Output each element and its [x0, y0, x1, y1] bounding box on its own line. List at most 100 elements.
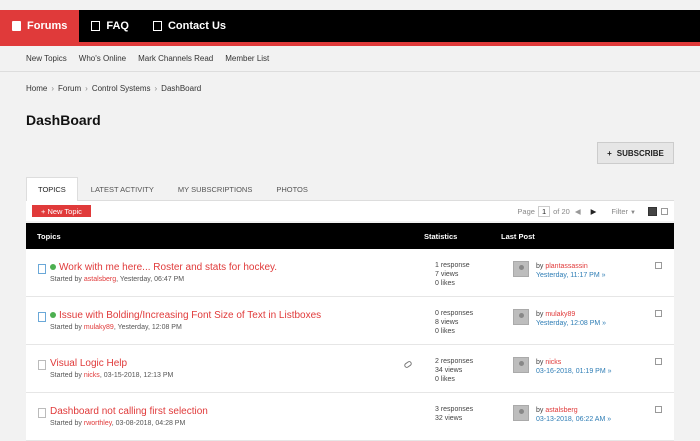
topic-title[interactable]: Visual Logic Help [50, 358, 127, 369]
avatar[interactable] [513, 405, 529, 421]
topic-title[interactable]: Work with me here... Roster and stats fo… [50, 262, 277, 273]
topic-title[interactable]: Dashboard not calling first selection [50, 406, 208, 417]
crumb-home[interactable]: Home [26, 84, 47, 93]
caret-down-icon: ▼ [630, 209, 636, 216]
topic-author[interactable]: mulaky89 [84, 324, 114, 331]
topic-stats: 3 responses 32 views [435, 405, 473, 423]
select-all-checkbox[interactable] [661, 207, 668, 215]
last-post-user[interactable]: plantassassin [545, 263, 587, 270]
topic-toolbar: + New Topic Page 1 of 20 ◀ ▶ Filter ▼ [26, 201, 674, 221]
breadcrumb: Home › Forum › Control Systems › DashBoa… [26, 84, 201, 93]
subnav-mark-read[interactable]: Mark Channels Read [138, 54, 213, 63]
tab-my-subscriptions[interactable]: MY SUBSCRIPTIONS [167, 177, 263, 201]
avatar[interactable] [513, 261, 529, 277]
nav-contact-us[interactable]: Contact Us [141, 10, 238, 42]
crumb-control-systems[interactable]: Control Systems [92, 84, 151, 93]
nav-faq-label: FAQ [106, 20, 129, 32]
nav-forums[interactable]: Forums [0, 10, 80, 42]
top-nav: Forums FAQ Contact Us [0, 10, 700, 42]
new-post-icon [50, 312, 56, 319]
last-post: by nicks 03-16-2018, 01:19 PM » [536, 359, 612, 375]
table-header: Topics Statistics Last Post [26, 223, 674, 249]
row-checkbox[interactable] [655, 262, 662, 269]
nav-contact-label: Contact Us [167, 20, 227, 32]
tab-latest-activity[interactable]: LATEST ACTIVITY [80, 177, 165, 201]
stat-responses: 0 responses [435, 310, 474, 317]
subscribe-button[interactable]: + SUBSCRIBE [597, 142, 674, 164]
table-row: Dashboard not calling first selection St… [26, 393, 674, 441]
document-icon [91, 21, 101, 31]
next-page-icon[interactable]: ▶ [591, 207, 597, 216]
row-checkbox[interactable] [655, 358, 662, 365]
crumb-forum[interactable]: Forum [58, 84, 81, 93]
last-post-time[interactable]: 03-16-2018, 01:19 PM [536, 368, 606, 375]
attachment-icon [403, 360, 413, 369]
filter-label: Filter [611, 206, 629, 216]
stat-responses: 3 responses [435, 406, 474, 413]
last-post-user[interactable]: mulaky89 [545, 311, 575, 318]
stat-views: 7 views [435, 271, 459, 278]
new-post-icon [50, 264, 56, 271]
topic-author[interactable]: nicks [84, 372, 100, 379]
crumb-sep: › [51, 84, 55, 93]
subnav-new-topics[interactable]: New Topics [26, 54, 67, 63]
last-post-time[interactable]: Yesterday, 12:08 PM [536, 320, 600, 327]
nav-forums-label: Forums [27, 20, 68, 32]
tab-topics[interactable]: TOPICS [26, 177, 78, 201]
avatar[interactable] [513, 309, 529, 325]
goto-post-icon[interactable]: » [602, 272, 606, 279]
filter-dropdown[interactable]: Filter ▼ [611, 207, 636, 216]
topic-meta: Started by nicks, 03-15-2018, 12:13 PM [50, 372, 174, 379]
forum-icon [12, 21, 21, 31]
last-post-time[interactable]: Yesterday, 11:17 PM [536, 272, 600, 279]
header-topics: Topics [37, 232, 61, 241]
last-post: by astalsberg 03-13-2018, 06:22 AM » [536, 407, 612, 423]
topic-title[interactable]: Issue with Bolding/Increasing Font Size … [50, 310, 321, 321]
table-row: Issue with Bolding/Increasing Font Size … [26, 297, 674, 345]
avatar[interactable] [513, 357, 529, 373]
top-bar: Forums FAQ Contact Us [0, 10, 700, 46]
subnav-member-list[interactable]: Member List [225, 54, 269, 63]
row-checkbox[interactable] [655, 406, 662, 413]
header-statistics: Statistics [424, 232, 458, 241]
tab-photos[interactable]: PHOTOS [265, 177, 319, 201]
last-post-user[interactable]: astalsberg [545, 407, 577, 414]
goto-post-icon[interactable]: » [607, 416, 611, 423]
table-row: Work with me here... Roster and stats fo… [26, 249, 674, 297]
topic-document-icon [38, 360, 46, 370]
crumb-sep: › [154, 84, 158, 93]
stat-views: 32 views [435, 415, 463, 422]
last-post-user[interactable]: nicks [545, 359, 561, 366]
prev-page-icon[interactable]: ◀ [575, 207, 581, 216]
last-post-time[interactable]: 03-13-2018, 06:22 AM [536, 416, 605, 423]
topic-stats: 1 response 7 views 0 likes [435, 261, 470, 288]
stat-likes: 0 likes [435, 280, 455, 287]
topic-document-icon [38, 408, 46, 418]
topic-author[interactable]: rworthley [84, 420, 112, 427]
page-input[interactable]: 1 [537, 205, 551, 217]
topic-stats: 0 responses 8 views 0 likes [435, 309, 473, 336]
header-last-post: Last Post [501, 232, 535, 241]
subnav-whos-online[interactable]: Who's Online [79, 54, 126, 63]
pagination: Page 1 of 20 ◀ ▶ Filter ▼ [517, 205, 668, 217]
stat-responses: 1 response [435, 262, 470, 269]
goto-post-icon[interactable]: » [608, 368, 612, 375]
row-checkbox[interactable] [655, 310, 662, 317]
last-post: by plantassassin Yesterday, 11:17 PM » [536, 263, 606, 279]
new-topic-button[interactable]: + New Topic [32, 205, 91, 217]
topic-stats: 2 responses 34 views 0 likes [435, 357, 473, 384]
topic-meta: Started by mulaky89, Yesterday, 12:08 PM [50, 324, 182, 331]
bulk-action-icon[interactable] [648, 206, 657, 216]
goto-post-icon[interactable]: » [602, 320, 606, 327]
stat-views: 34 views [435, 367, 463, 374]
stat-views: 8 views [435, 319, 459, 326]
page-title: DashBoard [26, 112, 101, 128]
channel-tabs: TOPICS LATEST ACTIVITY MY SUBSCRIPTIONS … [26, 177, 674, 201]
crumb-sep: › [85, 84, 88, 93]
nav-faq[interactable]: FAQ [79, 10, 141, 42]
topic-document-icon [38, 312, 46, 322]
table-row: Visual Logic Help Started by nicks, 03-1… [26, 345, 674, 393]
topic-author[interactable]: astalsberg [84, 276, 116, 283]
document-icon [152, 21, 162, 31]
topic-meta: Started by astalsberg, Yesterday, 06:47 … [50, 276, 185, 283]
